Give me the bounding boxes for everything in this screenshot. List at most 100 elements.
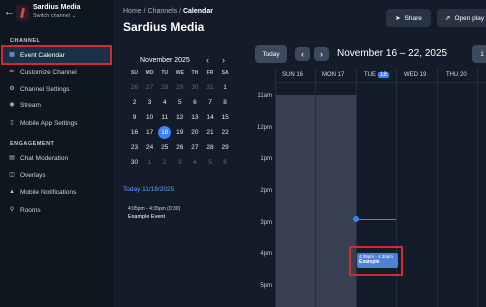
sidebar-item-mobile-notifications[interactable]: ▲ Mobile Notifications xyxy=(3,184,110,200)
mini-calendar-day[interactable]: 3 xyxy=(172,156,187,169)
mini-calendar-day[interactable]: 14 xyxy=(203,111,218,124)
mini-calendar-day[interactable]: 20 xyxy=(187,126,202,139)
breadcrumb-current: Calendar xyxy=(182,8,213,15)
section-engagement-heading: ENGAGEMENT xyxy=(10,141,55,147)
mini-calendar-day[interactable]: 23 xyxy=(127,141,142,154)
sidebar-item-rooms[interactable]: ⚲ Rooms xyxy=(3,202,110,218)
sidebar: ← Sardius Media Switch channel ⌄ CHANNEL… xyxy=(0,0,115,307)
current-time-dot xyxy=(353,216,359,222)
mini-calendar-day[interactable]: 26 xyxy=(172,141,187,154)
mini-calendar-day[interactable]: 29 xyxy=(218,141,233,154)
chevron-left-icon: ‹ xyxy=(301,49,304,59)
sidebar-item-customize-channel[interactable]: ✏ Customize Channel xyxy=(3,64,110,80)
weekday-label: SA xyxy=(221,70,229,76)
mini-calendar-day[interactable]: 1 xyxy=(218,81,233,94)
mini-calendar-day[interactable]: 24 xyxy=(142,141,157,154)
sidebar-item-channel-settings[interactable]: ⚙ Channel Settings xyxy=(3,81,110,97)
open-player-button[interactable]: ⇗ Open play xyxy=(437,9,486,27)
mini-calendar-day[interactable]: 5 xyxy=(172,96,187,109)
mini-calendar-day[interactable]: 11 xyxy=(157,111,172,124)
grid-divider xyxy=(275,82,486,83)
sidebar-item-mobile-app-settings[interactable]: ▯ Mobile App Settings xyxy=(3,115,110,131)
day-header-mon[interactable]: MON 17 xyxy=(322,68,344,82)
mini-calendar-day[interactable]: 4 xyxy=(187,156,202,169)
today-button[interactable]: Today xyxy=(255,45,287,63)
mini-calendar-day[interactable]: 27 xyxy=(187,141,202,154)
view-button[interactable]: 1 xyxy=(472,45,486,63)
broadcast-icon: ◉ xyxy=(9,102,15,108)
mini-calendar-day[interactable]: 13 xyxy=(187,111,202,124)
weekday-label: FR xyxy=(206,70,214,76)
mini-calendar-day[interactable]: 28 xyxy=(157,81,172,94)
mini-calendar-day[interactable]: 28 xyxy=(203,141,218,154)
mini-calendar-day[interactable]: 12 xyxy=(172,111,187,124)
mini-calendar-prev-icon[interactable]: ‹ xyxy=(206,55,209,65)
mini-calendar-day[interactable]: 2 xyxy=(127,96,142,109)
mini-calendar-day[interactable]: 7 xyxy=(203,96,218,109)
breadcrumb: Home / Channels / Calendar xyxy=(123,8,213,15)
share-button[interactable]: ➤ Share xyxy=(386,9,431,27)
mini-calendar-day[interactable]: 30 xyxy=(187,81,202,94)
day-header-thu[interactable]: THU 20 xyxy=(446,68,467,82)
weekday-label: SU xyxy=(131,70,138,76)
hour-label: 3pm xyxy=(260,220,272,226)
mini-calendar-day[interactable]: 15 xyxy=(218,111,233,124)
week-prev-button[interactable]: ‹ xyxy=(295,47,310,61)
grid-divider xyxy=(275,68,276,307)
bell-icon: ▲ xyxy=(9,189,15,195)
mini-calendar-day[interactable]: 17 xyxy=(142,126,157,139)
mini-calendar-day[interactable]: 6 xyxy=(187,96,202,109)
event-title: Example xyxy=(359,259,380,265)
weekday-label: WE xyxy=(175,70,184,76)
day-header-tue[interactable]: TUE 18 xyxy=(364,68,389,82)
sidebar-item-chat-moderation[interactable]: ▤ Chat Moderation xyxy=(3,150,110,166)
mini-calendar-day[interactable]: 5 xyxy=(203,156,218,169)
mini-calendar-day[interactable]: 3 xyxy=(142,96,157,109)
mini-calendar-day[interactable]: 1 xyxy=(142,156,157,169)
share-icon: ➤ xyxy=(395,15,401,22)
grid-divider xyxy=(315,68,316,307)
mini-calendar-day[interactable]: 26 xyxy=(127,81,142,94)
gear-icon: ⚙ xyxy=(9,86,15,92)
agenda-date: Today 11/18/2025 xyxy=(123,186,175,193)
phone-icon: ▯ xyxy=(10,120,14,126)
mini-calendar-day[interactable]: 9 xyxy=(127,111,142,124)
hour-label: 11am xyxy=(257,93,272,99)
mini-calendar-day[interactable]: 18 xyxy=(157,126,172,139)
breadcrumb-channels[interactable]: Channels xyxy=(148,8,178,15)
mini-calendar-day[interactable]: 27 xyxy=(142,81,157,94)
calendar-event[interactable]: 4:05pm - 4:35pm Example xyxy=(357,253,398,268)
mini-calendar-day[interactable]: 16 xyxy=(127,126,142,139)
week-range: November 16 – 22, 2025 xyxy=(337,48,448,59)
mini-calendar-day[interactable]: 2 xyxy=(157,156,172,169)
agenda-event-time: 4:05pm - 4:35pm (0:30) xyxy=(128,206,181,212)
mini-calendar-day[interactable]: 31 xyxy=(203,81,218,94)
sidebar-item-overlays[interactable]: ◫ Overlays xyxy=(3,167,110,183)
day-header-wed[interactable]: WED 19 xyxy=(404,68,426,82)
mini-calendar-day[interactable]: 6 xyxy=(218,156,233,169)
channel-switcher[interactable]: ← Sardius Media Switch channel ⌄ xyxy=(0,0,115,30)
breadcrumb-home[interactable]: Home xyxy=(123,8,142,15)
mini-calendar-day[interactable]: 4 xyxy=(157,96,172,109)
back-arrow-icon[interactable]: ← xyxy=(4,6,15,18)
mini-calendar-day[interactable]: 19 xyxy=(172,126,187,139)
day-header-sun[interactable]: SUN 16 xyxy=(282,68,303,82)
mini-calendar-month: November 2025 xyxy=(140,57,190,64)
mini-calendar-day[interactable]: 8 xyxy=(218,96,233,109)
agenda-event-title[interactable]: Example Event xyxy=(128,214,165,220)
chevron-right-icon: › xyxy=(320,49,323,59)
sidebar-item-event-calendar[interactable]: ▦ Event Calendar xyxy=(1,45,112,65)
week-next-button[interactable]: › xyxy=(314,47,329,61)
mini-calendar-day[interactable]: 22 xyxy=(218,126,233,139)
chat-icon: ▤ xyxy=(9,155,15,161)
mini-calendar-next-icon[interactable]: › xyxy=(222,55,225,65)
mini-calendar-day[interactable]: 10 xyxy=(142,111,157,124)
switch-channel-label[interactable]: Switch channel ⌄ xyxy=(33,13,76,19)
hour-label: 2pm xyxy=(260,188,272,194)
page-title: Sardius Media xyxy=(123,20,205,34)
mini-calendar-day[interactable]: 30 xyxy=(127,156,142,169)
sidebar-item-stream[interactable]: ◉ Stream xyxy=(3,97,110,113)
mini-calendar-day[interactable]: 29 xyxy=(172,81,187,94)
mini-calendar-day[interactable]: 21 xyxy=(203,126,218,139)
mini-calendar-day[interactable]: 25 xyxy=(157,141,172,154)
